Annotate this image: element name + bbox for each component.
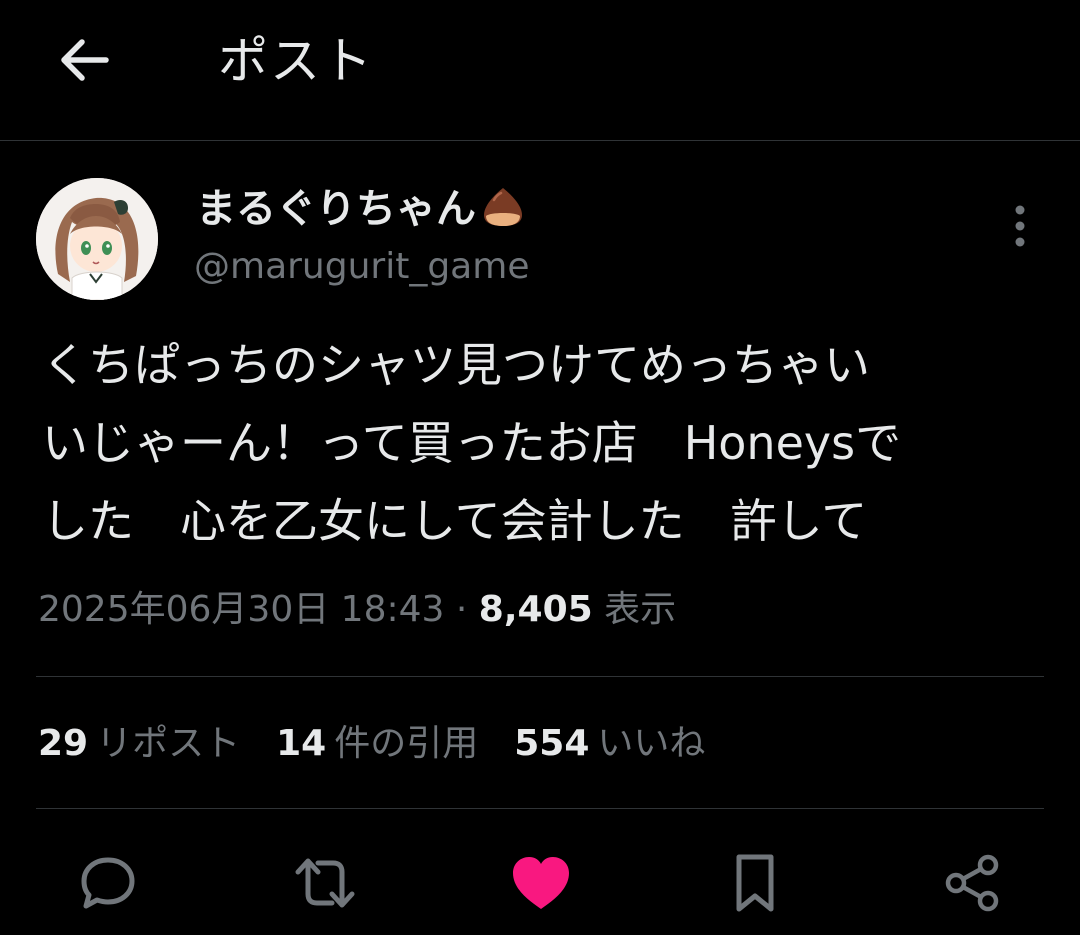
chestnut-icon bbox=[480, 184, 526, 242]
avatar[interactable] bbox=[36, 178, 158, 300]
bookmark-icon bbox=[736, 854, 774, 912]
top-bar: ポスト bbox=[0, 0, 1080, 141]
likes-count: 554 bbox=[514, 723, 590, 764]
quotes-count: 14 bbox=[276, 723, 327, 764]
quotes-stat[interactable]: 14 件の引用 bbox=[276, 716, 478, 772]
divider bbox=[36, 808, 1044, 809]
post-meta: 2025年06月30日 18:43 · 8,405 表示 bbox=[38, 582, 676, 638]
share-icon bbox=[945, 854, 999, 912]
author-name-text: まるぐりちゃん bbox=[196, 186, 476, 232]
back-button[interactable] bbox=[52, 28, 116, 92]
action-bar bbox=[0, 840, 1080, 930]
reposts-label: リポスト bbox=[96, 723, 241, 764]
avatar-image bbox=[36, 178, 158, 300]
reply-button[interactable] bbox=[73, 848, 143, 918]
reposts-count: 29 bbox=[38, 723, 89, 764]
like-button[interactable] bbox=[506, 848, 576, 918]
reply-icon bbox=[81, 857, 135, 909]
more-options-button[interactable] bbox=[1000, 200, 1040, 252]
likes-stat[interactable]: 554 いいね bbox=[514, 716, 705, 772]
arrow-left-icon bbox=[61, 39, 109, 81]
meta-separator: · bbox=[455, 589, 468, 630]
reposts-stat[interactable]: 29 リポスト bbox=[38, 716, 240, 772]
likes-label: いいね bbox=[597, 723, 706, 764]
author-handle[interactable]: @marugurit_game bbox=[194, 242, 529, 292]
views-label: 表示 bbox=[604, 589, 677, 630]
divider bbox=[36, 676, 1044, 677]
repost-icon bbox=[295, 858, 355, 908]
views-count: 8,405 bbox=[478, 589, 593, 630]
heart-icon bbox=[513, 857, 569, 909]
page-title: ポスト bbox=[218, 32, 374, 90]
share-button[interactable] bbox=[937, 848, 1007, 918]
bookmark-button[interactable] bbox=[720, 848, 790, 918]
author-display-name[interactable]: まるぐりちゃん bbox=[196, 182, 526, 242]
more-vertical-icon bbox=[1015, 205, 1025, 247]
repost-button[interactable] bbox=[290, 848, 360, 918]
quotes-label: 件の引用 bbox=[334, 723, 479, 764]
post-text: くちぱっちのシャツ見つけてめっちゃい いじゃーん！って買ったお店 Honeysで… bbox=[42, 338, 902, 548]
post-timestamp[interactable]: 2025年06月30日 18:43 bbox=[38, 589, 444, 630]
engagement-stats: 29 リポスト 14 件の引用 554 いいね bbox=[38, 716, 741, 772]
